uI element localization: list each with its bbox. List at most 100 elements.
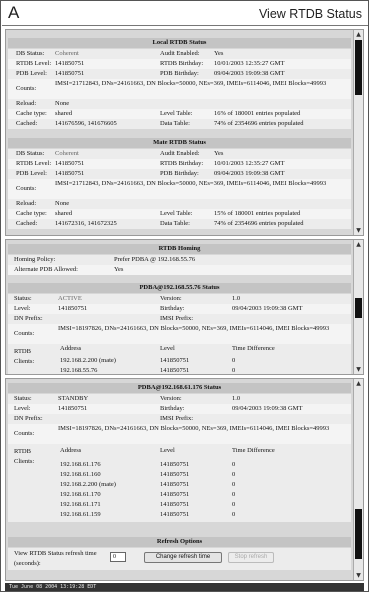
cache-type-label: Cache type: — [16, 210, 47, 217]
pdba1-row-prefix: DN Prefix: IMSI Prefix: — [8, 314, 351, 324]
pdb-birthday-value: 09/04/2003 19:09:38 GMT — [214, 70, 285, 77]
pdb-level-value: 141850751 — [55, 70, 85, 77]
alternate-pdb-label: Alternate PDB Allowed: — [14, 266, 78, 273]
pdba1-header: PDBA@192.168.55.76 Status — [8, 283, 351, 293]
stop-refresh-button[interactable]: Stop refresh — [228, 552, 274, 563]
rtdb-birthday-label: RTDB Birthday: — [160, 60, 204, 67]
scroll-down-icon[interactable]: ▼ — [355, 366, 362, 373]
pdba1-clients: RTDB Clients: Address Level Time Differe… — [8, 344, 351, 374]
mate-row-3: PDB Level: 141850751 PDB Birthday: 09/04… — [8, 169, 351, 179]
scroll-thumb[interactable] — [355, 509, 362, 559]
scroll-up-icon[interactable]: ▲ — [355, 31, 362, 38]
imsi-prefix-label: IMSI Prefix: — [160, 415, 194, 422]
scroll-down-icon[interactable]: ▼ — [355, 572, 362, 579]
dn-prefix-label: DN Prefix: — [14, 415, 43, 422]
client-level: 141850751 — [160, 357, 190, 364]
col-address: Address — [60, 447, 82, 454]
pdba1-row-status: Status: ACTIVE Version: 1.0 — [8, 294, 351, 304]
alternate-pdb-value: Yes — [114, 266, 124, 273]
refresh-time-input[interactable]: 0 — [110, 552, 126, 562]
local-row-1: DB Status: Coherent Audit Enabled: Yes — [8, 49, 351, 59]
client-level: 141850751 — [160, 481, 190, 488]
level-label: Level: — [14, 405, 31, 412]
reload-label: Reload: — [16, 200, 37, 207]
cache-type-value: shared — [55, 110, 72, 117]
level-table-label: Level Table: — [160, 110, 193, 117]
version-value: 1.0 — [232, 395, 241, 402]
client-level: 141850751 — [160, 511, 190, 518]
standby-pdba-pane: PDBA@192.168.61.176 Status Status: STAND… — [5, 378, 364, 581]
birthday-value: 09/04/2003 19:09:38 GMT — [232, 405, 303, 412]
rtdb-level-value: 141850751 — [55, 60, 85, 67]
refresh-time-label: View RTDB Status refresh time (seconds): — [14, 550, 97, 567]
client-level: 141850751 — [160, 471, 190, 478]
counts-value: IMSI=21712843, DNs=24161663, DN Blocks=5… — [55, 180, 327, 187]
mate-row-reload: Reload: None — [8, 199, 351, 209]
client-level: 141850751 — [160, 367, 190, 374]
pdb-level-label: PDB Level: — [16, 70, 47, 77]
change-refresh-time-button[interactable]: Change refresh time — [144, 552, 222, 563]
client-address: 192.168.61.176 — [60, 461, 101, 468]
cached-label: Cached: — [16, 220, 38, 227]
scroll-thumb[interactable] — [355, 40, 362, 95]
db-status-label: DB Status: — [16, 150, 45, 157]
vertical-scrollbar[interactable]: ▲ ▼ — [353, 379, 363, 580]
cached-value: 141676596, 141676605 — [55, 120, 117, 127]
refresh-options-header: Refresh Options — [8, 537, 351, 547]
level-value: 141850751 — [58, 405, 88, 412]
data-table-value: 74% of 2354696 entries populated — [214, 120, 304, 127]
mate-row-cache: Cache type: shared Level Table: 15% of 1… — [8, 209, 351, 219]
title-bar: A View RTDB Status — [2, 2, 368, 26]
audit-label: Audit Enabled: — [160, 50, 200, 57]
pdba1-row-level: Level: 141850751 Birthday: 09/04/2003 19… — [8, 304, 351, 314]
local-row-2: RTDB Level: 141850751 RTDB Birthday: 10/… — [8, 59, 351, 69]
homing-policy-label: Homing Policy: — [14, 256, 56, 263]
data-table-value: 74% of 2354696 entries populated — [214, 220, 304, 227]
homing-header: RTDB Homing — [8, 244, 351, 254]
vertical-scrollbar[interactable]: ▲ ▼ — [353, 30, 363, 235]
pdb-level-value: 141850751 — [55, 170, 85, 177]
scroll-down-icon[interactable]: ▼ — [355, 227, 362, 234]
alternate-pdb-row: Alternate PDB Allowed: Yes — [8, 265, 351, 275]
status-value: STANDBY — [58, 395, 89, 402]
scroll-up-icon[interactable]: ▲ — [355, 380, 362, 387]
rtdb-birthday-value: 10/01/2003 12:35:27 GMT — [214, 60, 285, 67]
local-rtdb-header: Local RTDB Status — [8, 38, 351, 48]
level-label: Level: — [14, 305, 31, 312]
client-diff: 0 — [232, 511, 236, 518]
db-status-value: Coherent — [55, 150, 79, 157]
col-time-difference: Time Difference — [232, 345, 275, 352]
client-diff: 0 — [232, 357, 236, 364]
rtdb-level-value: 141850751 — [55, 160, 85, 167]
birthday-label: Birthday: — [160, 405, 185, 412]
page-title: View RTDB Status — [258, 7, 362, 21]
level-table-value: 16% of 180001 entries populated — [214, 110, 301, 117]
birthday-value: 09/04/2003 19:09:38 GMT — [232, 305, 303, 312]
reload-label: Reload: — [16, 100, 37, 107]
pdba1-row-counts: Counts: IMSI=18197826, DNs=24161663, DN … — [8, 324, 351, 344]
vertical-scrollbar[interactable]: ▲ ▼ — [353, 240, 363, 374]
pdba2-clients: RTDB Clients: Address Level Time Differe… — [8, 444, 351, 522]
audit-value: Yes — [214, 150, 224, 157]
col-address: Address — [60, 345, 82, 352]
scroll-thumb[interactable] — [355, 298, 362, 318]
birthday-label: Birthday: — [160, 305, 185, 312]
client-diff: 0 — [232, 471, 236, 478]
audit-value: Yes — [214, 50, 224, 57]
client-diff: 0 — [232, 481, 236, 488]
level-table-label: Level Table: — [160, 210, 193, 217]
status-value: ACTIVE — [58, 295, 82, 302]
version-value: 1.0 — [232, 295, 241, 302]
pdba2-row-status: Status: STANDBY Version: 1.0 — [8, 394, 351, 404]
dn-prefix-label: DN Prefix: — [14, 315, 43, 322]
rtdb-level-label: RTDB Level: — [16, 60, 52, 67]
local-row-cached: Cached: 141676596, 141676605 Data Table:… — [8, 119, 351, 129]
counts-value: IMSI=18197826, DNs=24161663, DN Blocks=5… — [58, 325, 330, 332]
col-level: Level — [160, 447, 175, 454]
client-address: 192.168.61.170 — [60, 491, 101, 498]
homing-policy-row: Homing Policy: Prefer PDBA @ 192.168.55.… — [8, 255, 351, 265]
cached-value: 141672316, 141672325 — [55, 220, 117, 227]
client-address: 192.168.2.200 (mate) — [60, 357, 116, 364]
rtdb-level-label: RTDB Level: — [16, 160, 52, 167]
scroll-up-icon[interactable]: ▲ — [355, 241, 362, 248]
